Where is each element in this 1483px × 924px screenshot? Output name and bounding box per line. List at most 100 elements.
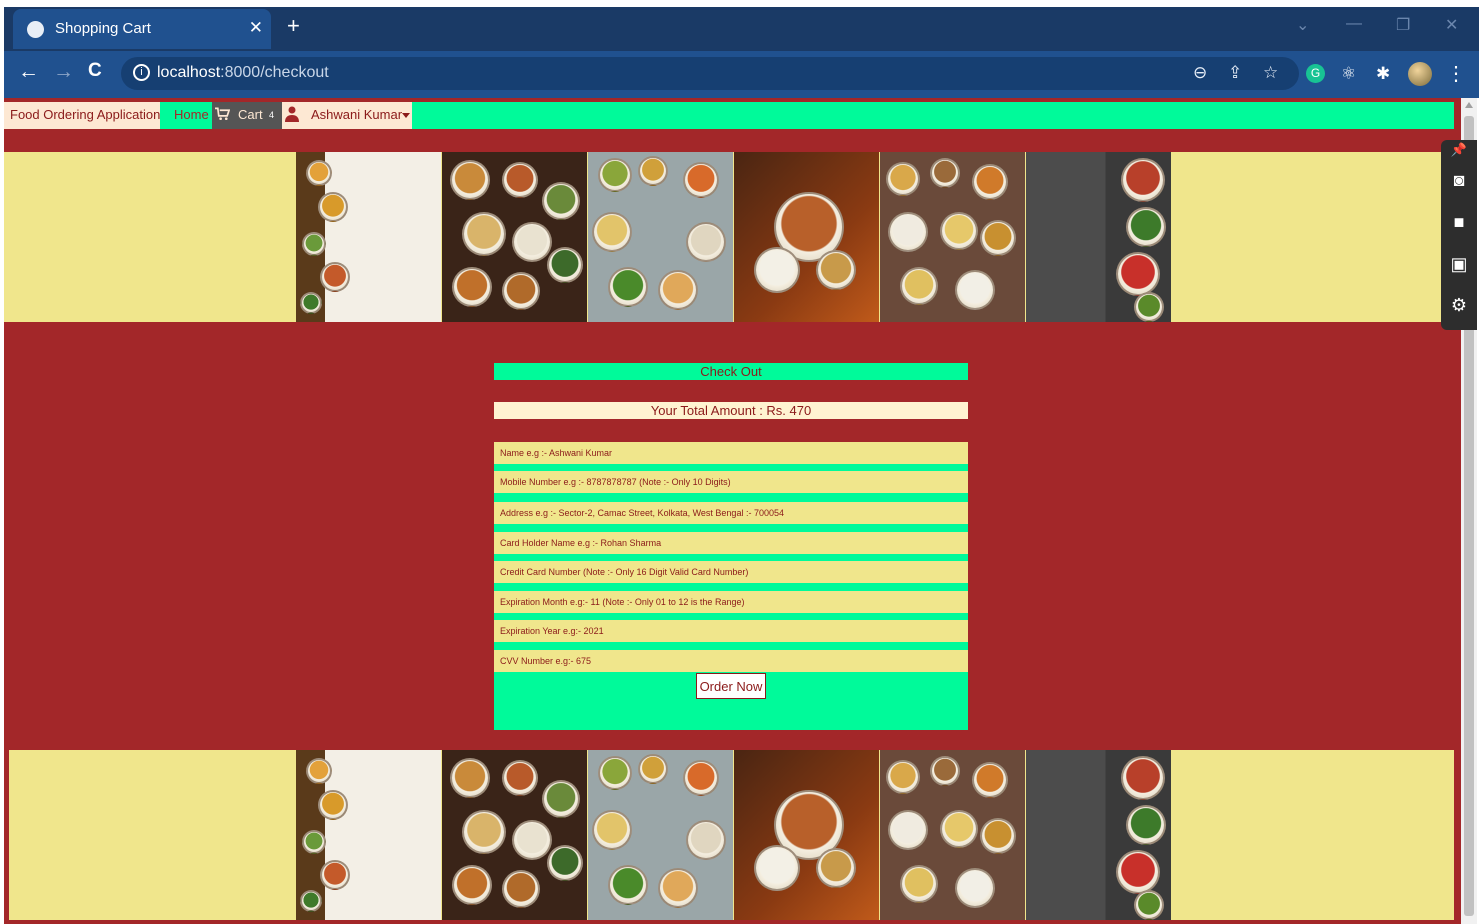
- food-bowl: [886, 162, 920, 196]
- food-bowl: [300, 292, 322, 314]
- pin-icon[interactable]: 📌: [1448, 142, 1470, 162]
- food-bowl: [542, 780, 580, 818]
- food-bowl: [900, 267, 938, 305]
- user-dropdown[interactable]: Ashwani Kumar: [311, 107, 402, 122]
- food-banner-top: [4, 152, 1454, 322]
- food-bowl: [955, 270, 995, 310]
- food-photo: [1026, 152, 1171, 322]
- food-photo: [588, 750, 733, 920]
- screenshot-tool-panel: 📌 ◙ ■ ▣ ⚙: [1441, 140, 1477, 330]
- food-bowl: [318, 192, 348, 222]
- food-bowl: [1126, 207, 1166, 247]
- nav-cart-link[interactable]: Cart 4: [212, 102, 282, 129]
- address-input[interactable]: [494, 502, 968, 524]
- food-bowl: [512, 222, 552, 262]
- food-bowl: [980, 818, 1016, 854]
- food-bowl: [886, 760, 920, 794]
- food-bowl: [900, 865, 938, 903]
- new-tab-button[interactable]: +: [287, 13, 300, 39]
- food-bowl: [592, 212, 632, 252]
- restore-button[interactable]: ❐: [1396, 15, 1410, 35]
- camera-icon[interactable]: ◙: [1448, 170, 1470, 190]
- food-bowl: [592, 810, 632, 850]
- food-bowl: [686, 222, 726, 262]
- gallery-icon[interactable]: ▣: [1448, 254, 1470, 274]
- share-icon[interactable]: ⇪: [1228, 63, 1242, 83]
- food-bowl: [502, 870, 540, 908]
- forward-button[interactable]: →: [53, 60, 74, 84]
- food-bowl: [452, 267, 492, 307]
- browser-menu-icon[interactable]: ⋮: [1446, 61, 1466, 86]
- food-bowl: [816, 250, 856, 290]
- card-number-input[interactable]: [494, 561, 968, 583]
- reload-button[interactable]: C: [88, 60, 102, 82]
- food-bowl: [502, 272, 540, 310]
- react-devtools-icon[interactable]: ⚛: [1341, 64, 1356, 84]
- tab-search-icon[interactable]: ⌄: [1296, 15, 1309, 35]
- cvv-input[interactable]: [494, 650, 968, 672]
- name-input[interactable]: [494, 442, 968, 464]
- food-photo: [734, 750, 879, 920]
- food-bowl: [598, 158, 632, 192]
- food-photo: [442, 152, 587, 322]
- total-amount: Your Total Amount : Rs. 470: [494, 402, 968, 419]
- profile-avatar[interactable]: [1408, 62, 1432, 86]
- food-bowl: [658, 270, 698, 310]
- expiry-year-input[interactable]: [494, 620, 968, 642]
- food-bowl: [1116, 252, 1160, 296]
- close-window-button[interactable]: ✕: [1445, 15, 1458, 35]
- food-photo: [1026, 750, 1171, 920]
- food-bowl: [542, 182, 580, 220]
- grammarly-extension-icon[interactable]: G: [1306, 64, 1325, 83]
- top-strip: [0, 0, 1483, 7]
- minimize-button[interactable]: —: [1346, 15, 1362, 33]
- food-bowl: [608, 267, 648, 307]
- food-bowl: [683, 760, 719, 796]
- checkout-heading: Check Out: [494, 363, 968, 380]
- browser-tab[interactable]: Shopping Cart ✕: [13, 9, 271, 49]
- expiry-month-input[interactable]: [494, 591, 968, 613]
- food-bowl: [306, 160, 332, 186]
- dropdown-caret-icon[interactable]: [402, 113, 410, 118]
- mobile-input[interactable]: [494, 471, 968, 493]
- food-bowl: [608, 865, 648, 905]
- food-photo: [296, 750, 441, 920]
- back-button[interactable]: ←: [18, 60, 39, 84]
- tab-title: Shopping Cart: [55, 20, 151, 37]
- food-bowl: [638, 754, 668, 784]
- extensions-puzzle-icon[interactable]: ✱: [1376, 64, 1390, 84]
- nav-home-link[interactable]: Home: [174, 107, 209, 122]
- address-bar[interactable]: i localhost:8000/checkout ⊖ ⇪ ☆: [121, 57, 1299, 90]
- card-holder-input[interactable]: [494, 532, 968, 554]
- cart-label: Cart: [238, 107, 263, 122]
- tab-close-icon[interactable]: ✕: [249, 18, 263, 38]
- scroll-up-icon[interactable]: [1465, 102, 1473, 108]
- food-bowl: [300, 890, 322, 912]
- food-bowl: [462, 810, 506, 854]
- food-bowl: [754, 845, 800, 891]
- page-content: Food Ordering Application Home Cart 4 As…: [4, 98, 1464, 924]
- user-icon: [285, 106, 299, 122]
- bookmark-star-icon[interactable]: ☆: [1263, 63, 1278, 83]
- food-photo: [296, 152, 441, 322]
- food-bowl: [888, 810, 928, 850]
- food-bowl: [320, 860, 350, 890]
- food-bowl: [1121, 756, 1165, 800]
- food-bowl: [638, 156, 668, 186]
- zoom-icon[interactable]: ⊖: [1193, 63, 1207, 83]
- food-bowl: [754, 247, 800, 293]
- video-icon[interactable]: ■: [1448, 212, 1470, 232]
- site-info-icon[interactable]: i: [133, 64, 150, 81]
- food-bowl: [1121, 158, 1165, 202]
- food-bowl: [930, 756, 960, 786]
- food-bowl: [972, 164, 1008, 200]
- food-bowl: [1134, 292, 1164, 322]
- settings-gear-icon[interactable]: ⚙: [1448, 295, 1470, 315]
- food-photo: [734, 152, 879, 322]
- order-now-button[interactable]: Order Now: [696, 673, 766, 699]
- nav-home-cell[interactable]: Home: [160, 102, 212, 129]
- food-bowl: [547, 247, 583, 283]
- brand-link[interactable]: Food Ordering Application: [10, 107, 160, 122]
- food-bowl: [318, 790, 348, 820]
- food-bowl: [598, 756, 632, 790]
